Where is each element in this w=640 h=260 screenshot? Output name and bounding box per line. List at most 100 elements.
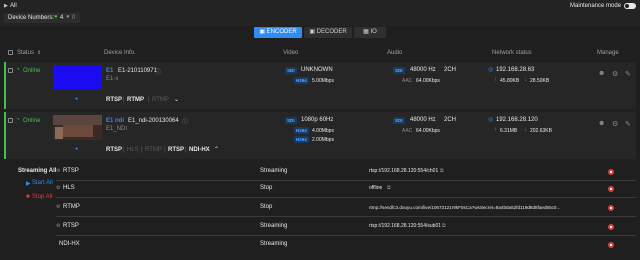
- maintenance-mode-toggle[interactable]: [624, 3, 636, 9]
- stop-all-button[interactable]: Stop All: [32, 194, 52, 200]
- settings-icon[interactable]: ⚙: [56, 163, 60, 180]
- stream-row: ⚙ HLS Stop offline ⧉: [56, 180, 636, 197]
- device-index[interactable]: E1 ndi: [106, 118, 124, 124]
- stop-stream-button[interactable]: [608, 169, 614, 175]
- audio-samplerate: 48000 Hz: [410, 117, 436, 123]
- divider: |: [164, 147, 166, 153]
- device-name[interactable]: E1_ndi-200130064: [128, 118, 179, 124]
- preview-dot-icon: ●: [75, 146, 79, 152]
- stream-row: NDI-HX Streaming: [56, 236, 636, 253]
- stream-protocol: NDI-HX: [59, 241, 80, 247]
- info-icon[interactable]: ⓘ: [155, 67, 161, 76]
- protocol-tab[interactable]: RTMP: [145, 147, 162, 153]
- tab-decoder[interactable]: ▣ DECODER: [304, 27, 352, 38]
- user-icon[interactable]: ☻: [598, 120, 605, 127]
- device-sub: E1_NDI: [106, 126, 128, 132]
- protocol-tab[interactable]: RTSP: [106, 147, 122, 153]
- online-icon: ◔: [16, 117, 20, 123]
- stop-stream-button[interactable]: [608, 224, 614, 230]
- video-preview[interactable]: [53, 115, 102, 140]
- protocol-tab[interactable]: HLS: [127, 147, 139, 153]
- group-chevron-icon[interactable]: ▶: [4, 3, 8, 9]
- select-all-checkbox[interactable]: [8, 50, 13, 55]
- group-label[interactable]: All: [10, 3, 17, 9]
- col-video: Video: [283, 50, 299, 56]
- device-numbers-label: Device Numbers:: [8, 15, 55, 21]
- device-row: ◔ Online E1 E1-210110971 ⓘ E1-x ● RTSP |…: [4, 62, 636, 109]
- io-icon: ▦: [363, 29, 371, 35]
- protocol-tab[interactable]: RTMP: [127, 97, 144, 103]
- download-rate: 28.50KB: [530, 78, 550, 84]
- upload-arrow-icon: ↑: [494, 127, 497, 133]
- audio-codec: AAC: [402, 78, 413, 84]
- chevron-up-icon[interactable]: ⌃: [214, 146, 219, 153]
- offline-dot-icon: ●: [66, 14, 70, 20]
- protocol-tab[interactable]: RTMP: [152, 97, 169, 103]
- audio-channels: 2CH: [444, 67, 457, 73]
- device-checkbox[interactable]: [8, 118, 13, 123]
- offline-count: 0: [72, 15, 76, 21]
- stream-url: offline: [369, 185, 383, 191]
- start-all-icon[interactable]: ▶: [26, 180, 31, 187]
- stream-state: Streaming: [260, 168, 288, 174]
- online-count: 4: [60, 15, 64, 21]
- audio-samplerate: 48000 Hz: [410, 67, 436, 73]
- settings-icon[interactable]: ⚙: [612, 70, 618, 78]
- video-bitrate: 4.00Mbps: [312, 128, 334, 134]
- encoder-icon: ▣: [259, 29, 267, 35]
- stream-url: rtmp://sendfc3.douyu.com/live/10673121r9…: [369, 205, 561, 210]
- info-icon[interactable]: ⓘ: [182, 117, 188, 126]
- device-checkbox[interactable]: [8, 68, 13, 73]
- divider: |: [123, 147, 125, 153]
- settings-icon[interactable]: ⚙: [56, 199, 60, 216]
- audio-channels: 2CH: [444, 117, 457, 123]
- network-icon: ◎: [488, 117, 494, 123]
- video-resolution: UNKNOWN: [301, 67, 333, 73]
- copy-icon[interactable]: ⧉: [442, 218, 446, 235]
- edit-icon[interactable]: ✎: [625, 120, 631, 128]
- edit-icon[interactable]: ✎: [625, 70, 631, 78]
- col-audio: Audio: [387, 50, 403, 56]
- upload-arrow-icon: ↑: [494, 77, 497, 83]
- settings-icon[interactable]: ⚙: [612, 120, 618, 128]
- video-source-badge: SDI: [285, 67, 297, 74]
- video-preview[interactable]: [53, 65, 102, 90]
- online-icon: ◔: [16, 67, 20, 73]
- video-codec-badge: H264: [294, 136, 309, 143]
- stream-state: Streaming: [260, 223, 288, 229]
- preview-scene-image: [55, 127, 63, 139]
- protocol-tab[interactable]: NDI-HX: [189, 147, 210, 153]
- ip-address: 192.168.28.63: [496, 67, 535, 73]
- video-resolution: 1080p 60Hz: [301, 117, 334, 123]
- video-codec-badge: H264: [294, 127, 309, 134]
- divider: [56, 197, 636, 198]
- settings-icon[interactable]: ⚙: [56, 180, 60, 197]
- stream-state: Streaming: [260, 241, 288, 247]
- device-name[interactable]: E1-210110971: [118, 68, 157, 74]
- device-index[interactable]: E1: [106, 68, 113, 74]
- protocol-tab[interactable]: RTSP: [106, 97, 122, 103]
- protocol-tab[interactable]: RTSP: [168, 147, 184, 153]
- col-manage: Manage: [597, 50, 619, 56]
- download-rate: 202.63KB: [530, 128, 552, 134]
- copy-icon[interactable]: ⧉: [387, 180, 391, 197]
- copy-icon[interactable]: ⧉: [440, 163, 444, 180]
- download-arrow-icon: ↓: [524, 77, 527, 83]
- sort-icon[interactable]: ⇕: [37, 45, 41, 61]
- tab-io[interactable]: ▦ IO: [354, 27, 386, 38]
- network-icon: ◎: [488, 67, 494, 73]
- ip-address: 192.168.28.120: [496, 117, 538, 123]
- online-dot-icon: ●: [54, 14, 58, 20]
- settings-icon[interactable]: ⚙: [56, 218, 60, 235]
- divider: |: [141, 147, 143, 153]
- start-stream-button[interactable]: [608, 186, 614, 192]
- start-stream-button[interactable]: [608, 205, 614, 211]
- chevron-down-icon[interactable]: ⌄: [174, 96, 179, 103]
- stream-state: Stop: [260, 204, 273, 210]
- user-icon[interactable]: ☻: [598, 70, 605, 77]
- tab-encoder[interactable]: ▣ ENCODER: [254, 27, 302, 38]
- stop-stream-button[interactable]: [608, 242, 614, 248]
- stop-all-icon[interactable]: ■: [26, 194, 30, 200]
- stream-row: ⚙ RTMP Stop rtmp://sendfc3.douyu.com/liv…: [56, 199, 636, 216]
- start-all-button[interactable]: Start All: [32, 180, 53, 186]
